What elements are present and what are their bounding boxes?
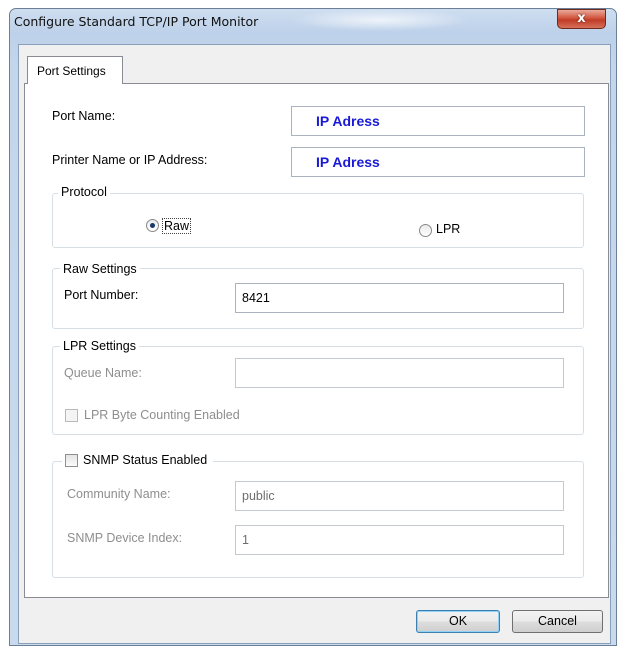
raw-settings-legend: Raw Settings: [60, 262, 140, 276]
port-name-input[interactable]: IP Adress: [291, 106, 585, 136]
protocol-legend: Protocol: [58, 185, 110, 199]
snmp-status-checkbox[interactable]: [65, 453, 78, 467]
snmp-status-label[interactable]: SNMP Status Enabled: [83, 453, 207, 467]
tab-port-settings[interactable]: Port Settings: [27, 56, 123, 84]
community-name-input[interactable]: public: [235, 481, 564, 511]
radio-lpr[interactable]: [419, 224, 432, 237]
snmp-group: [52, 461, 584, 578]
radio-raw[interactable]: [146, 219, 159, 232]
close-button[interactable]: x: [557, 9, 606, 29]
lpr-byte-counting-label: LPR Byte Counting Enabled: [84, 408, 240, 422]
radio-lpr-label[interactable]: LPR: [436, 222, 460, 236]
port-number-label: Port Number:: [64, 288, 139, 302]
printer-address-input[interactable]: IP Adress: [291, 147, 585, 177]
port-number-input[interactable]: 8421: [235, 283, 564, 313]
port-name-label-text: Port Name:: [52, 109, 116, 123]
snmp-device-index-input[interactable]: 1: [235, 525, 564, 555]
snmp-legend: SNMP Status Enabled: [62, 453, 214, 467]
protocol-group: [52, 193, 584, 248]
radio-selected-dot: [150, 223, 155, 228]
title-bar-glow: [290, 9, 470, 31]
queue-name-input[interactable]: [235, 358, 564, 388]
queue-name-label: Queue Name:: [64, 366, 142, 380]
radio-raw-label[interactable]: Raw: [162, 218, 192, 234]
lpr-settings-legend: LPR Settings: [60, 339, 139, 353]
port-name-label: Port Name:: [52, 109, 115, 123]
printer-address-label: Printer Name or IP Address:: [52, 153, 208, 167]
lpr-byte-counting-checkbox[interactable]: [65, 409, 78, 422]
window-title: Configure Standard TCP/IP Port Monitor: [14, 14, 259, 29]
close-icon: x: [577, 11, 586, 26]
ok-button[interactable]: OK: [416, 610, 500, 633]
cancel-button[interactable]: Cancel: [512, 610, 603, 633]
snmp-device-index-label: SNMP Device Index:: [67, 531, 183, 545]
community-name-label: Community Name:: [67, 487, 171, 501]
